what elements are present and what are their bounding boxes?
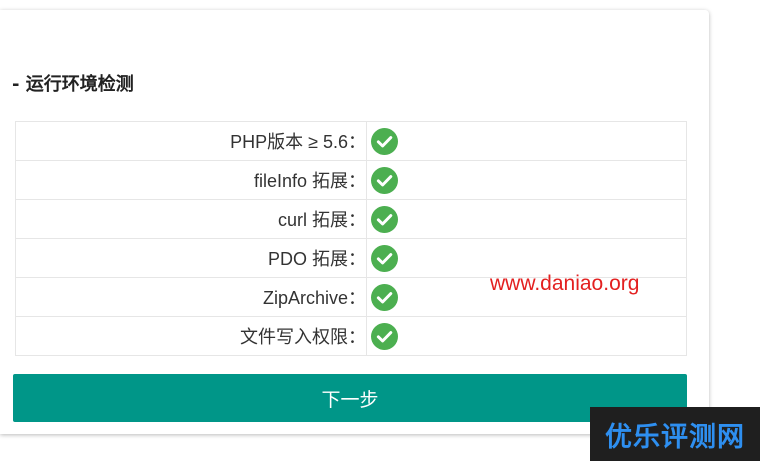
check-label-curl: curl 拓展： bbox=[15, 199, 367, 239]
table-row: PHP版本 ≥ 5.6： bbox=[15, 121, 687, 161]
environment-check-table: PHP版本 ≥ 5.6： fileInfo 拓展： curl 拓展： PDO 拓… bbox=[15, 121, 687, 356]
check-status bbox=[366, 199, 687, 239]
environment-check-panel: - 运行环境检测 PHP版本 ≥ 5.6： fileInfo 拓展： curl … bbox=[0, 10, 709, 434]
check-circle-icon bbox=[371, 244, 398, 272]
check-label-fileinfo: fileInfo 拓展： bbox=[15, 160, 367, 200]
check-label-ziparchive: ZipArchive： bbox=[15, 277, 367, 317]
next-step-button[interactable]: 下一步 bbox=[13, 374, 687, 422]
check-label-file-write: 文件写入权限： bbox=[15, 316, 367, 356]
section-title: - 运行环境检测 bbox=[12, 74, 134, 95]
watermark-url: www.daniao.org bbox=[490, 272, 640, 295]
table-row: 文件写入权限： bbox=[15, 316, 687, 356]
brand-watermark: 优乐评测网 bbox=[590, 407, 760, 461]
check-circle-icon bbox=[371, 322, 398, 350]
check-status bbox=[366, 160, 687, 200]
check-label-php-version: PHP版本 ≥ 5.6： bbox=[15, 121, 367, 161]
check-label-pdo: PDO 拓展： bbox=[15, 238, 367, 278]
check-circle-icon bbox=[371, 205, 398, 233]
table-row: curl 拓展： bbox=[15, 199, 687, 239]
table-row: fileInfo 拓展： bbox=[15, 160, 687, 200]
check-status bbox=[366, 121, 687, 161]
check-circle-icon bbox=[371, 127, 398, 155]
check-circle-icon bbox=[371, 166, 398, 194]
check-status bbox=[366, 316, 687, 356]
check-circle-icon bbox=[371, 283, 398, 311]
